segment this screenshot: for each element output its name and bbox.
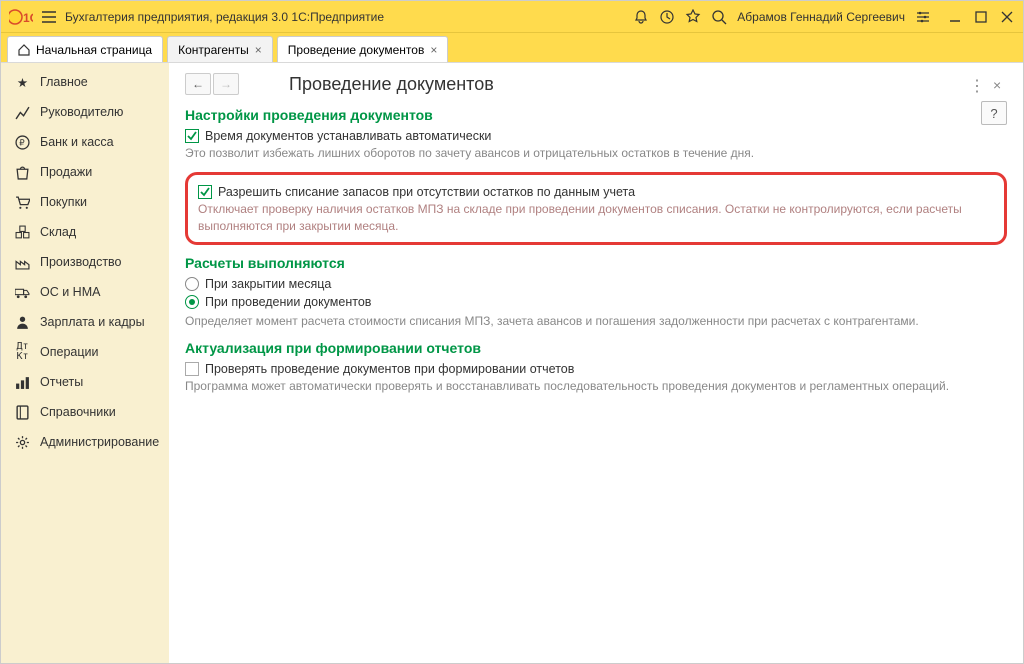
checkbox-check-posting[interactable] xyxy=(185,362,199,376)
sidebar-item-reference[interactable]: Справочники xyxy=(1,397,169,427)
main-menu-icon[interactable] xyxy=(41,9,57,25)
body: ★ Главное Руководителю ₽ Банк и касса Пр… xyxy=(1,63,1023,663)
section-title-actual: Актуализация при формировании отчетов xyxy=(185,340,1007,356)
chart-icon xyxy=(15,105,30,120)
sidebar-item-main[interactable]: ★ Главное xyxy=(1,67,169,97)
bell-icon[interactable] xyxy=(633,9,649,25)
hint-calc: Определяет момент расчета стоимости спис… xyxy=(185,313,1007,330)
person-icon xyxy=(15,315,30,330)
sidebar-item-assets[interactable]: ОС и НМА xyxy=(1,277,169,307)
bars-icon xyxy=(15,375,30,390)
ruble-icon: ₽ xyxy=(15,135,30,150)
page-close-icon[interactable]: × xyxy=(993,77,1007,91)
tab-label: Начальная страница xyxy=(36,43,152,57)
sidebar-item-sales[interactable]: Продажи xyxy=(1,157,169,187)
checkbox-label: Проверять проведение документов при форм… xyxy=(205,362,574,376)
page-title: Проведение документов xyxy=(289,74,494,95)
user-name[interactable]: Абрамов Геннадий Сергеевич xyxy=(737,10,905,24)
radio-label: При проведении документов xyxy=(205,295,371,309)
cart-icon xyxy=(15,195,30,210)
book-icon xyxy=(15,405,30,420)
tab-counterparties[interactable]: Контрагенты × xyxy=(167,36,273,62)
tab-home[interactable]: Начальная страница xyxy=(7,36,163,62)
titlebar: 1С Бухгалтерия предприятия, редакция 3.0… xyxy=(1,1,1023,33)
history-icon[interactable] xyxy=(659,9,675,25)
truck-icon xyxy=(15,285,30,300)
page-toolbar: ← → Проведение документов ⋮ × xyxy=(169,63,1023,101)
section-title-settings: Настройки проведения документов xyxy=(185,107,1007,123)
sidebar-item-purchases[interactable]: Покупки xyxy=(1,187,169,217)
hint-actual: Программа может автоматически проверять … xyxy=(185,378,1007,395)
svg-text:1С: 1С xyxy=(23,11,33,25)
nav-forward-button[interactable]: → xyxy=(213,73,239,95)
app-window: 1С Бухгалтерия предприятия, редакция 3.0… xyxy=(0,0,1024,664)
boxes-icon xyxy=(15,225,30,240)
tab-label: Контрагенты xyxy=(178,43,249,57)
tabs: Начальная страница Контрагенты × Проведе… xyxy=(1,33,1023,63)
nav-back-button[interactable]: ← xyxy=(185,73,211,95)
minimize-button[interactable] xyxy=(947,9,963,25)
radio-close-month[interactable] xyxy=(185,277,199,291)
search-icon[interactable] xyxy=(711,9,727,25)
help-button[interactable]: ? xyxy=(981,101,1007,125)
hint-allow-writeoff: Отключает проверку наличия остатков МПЗ … xyxy=(198,201,994,235)
sidebar: ★ Главное Руководителю ₽ Банк и касса Пр… xyxy=(1,63,169,663)
radio-label: При закрытии месяца xyxy=(205,277,331,291)
tab-close-icon[interactable]: × xyxy=(430,43,437,57)
settings-lines-icon[interactable] xyxy=(915,9,931,25)
sidebar-item-operations[interactable]: ДтКт Операции xyxy=(1,337,169,367)
sidebar-item-salary[interactable]: Зарплата и кадры xyxy=(1,307,169,337)
sidebar-item-admin[interactable]: Администрирование xyxy=(1,427,169,457)
sidebar-item-warehouse[interactable]: Склад xyxy=(1,217,169,247)
close-button[interactable] xyxy=(999,9,1015,25)
sidebar-item-reports[interactable]: Отчеты xyxy=(1,367,169,397)
checkbox-auto-time[interactable] xyxy=(185,129,199,143)
home-icon xyxy=(18,44,30,56)
logo-1c: 1С xyxy=(9,8,33,26)
bag-icon xyxy=(15,165,30,180)
tab-close-icon[interactable]: × xyxy=(255,43,262,57)
content: ? Настройки проведения документов Время … xyxy=(169,101,1023,421)
gear-icon xyxy=(15,435,30,450)
highlight-box: Разрешить списание запасов при отсутстви… xyxy=(185,172,1007,246)
radio-on-posting[interactable] xyxy=(185,295,199,309)
factory-icon xyxy=(15,255,30,270)
main: ← → Проведение документов ⋮ × ? Настройк… xyxy=(169,63,1023,663)
checkbox-allow-writeoff[interactable] xyxy=(198,185,212,199)
checkbox-label: Время документов устанавливать автоматич… xyxy=(205,129,491,143)
maximize-button[interactable] xyxy=(973,9,989,25)
hint-auto-time: Это позволит избежать лишних оборотов по… xyxy=(185,145,1007,162)
dtkt-icon: ДтКт xyxy=(15,345,30,360)
sidebar-item-manager[interactable]: Руководителю xyxy=(1,97,169,127)
star-filled-icon: ★ xyxy=(15,75,30,90)
checkbox-label: Разрешить списание запасов при отсутстви… xyxy=(218,185,635,199)
page-menu-icon[interactable]: ⋮ xyxy=(969,76,985,92)
svg-text:₽: ₽ xyxy=(19,137,25,147)
app-title: Бухгалтерия предприятия, редакция 3.0 1С… xyxy=(65,10,384,24)
tab-document-posting[interactable]: Проведение документов × xyxy=(277,36,449,62)
tab-label: Проведение документов xyxy=(288,43,425,57)
sidebar-item-production[interactable]: Производство xyxy=(1,247,169,277)
section-title-calc: Расчеты выполняются xyxy=(185,255,1007,271)
sidebar-item-bank[interactable]: ₽ Банк и касса xyxy=(1,127,169,157)
star-icon[interactable] xyxy=(685,9,701,25)
